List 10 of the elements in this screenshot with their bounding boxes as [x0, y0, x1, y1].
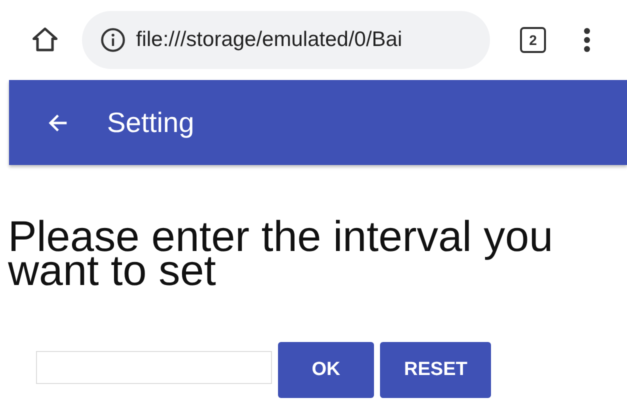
- tab-count[interactable]: 2: [520, 27, 546, 53]
- interval-input[interactable]: [36, 351, 272, 384]
- app-title: Setting: [107, 106, 194, 138]
- info-icon[interactable]: [100, 27, 126, 53]
- address-bar[interactable]: file:///storage/emulated/0/Bai: [82, 11, 490, 69]
- action-button[interactable]: RESET: [380, 342, 492, 398]
- menu-icon[interactable]: [583, 27, 591, 53]
- url-text: file:///storage/emulated/0/Bai: [136, 28, 402, 52]
- prompt-heading: Please enter the interval you want to set: [8, 221, 554, 288]
- action-button[interactable]: OK: [278, 342, 374, 398]
